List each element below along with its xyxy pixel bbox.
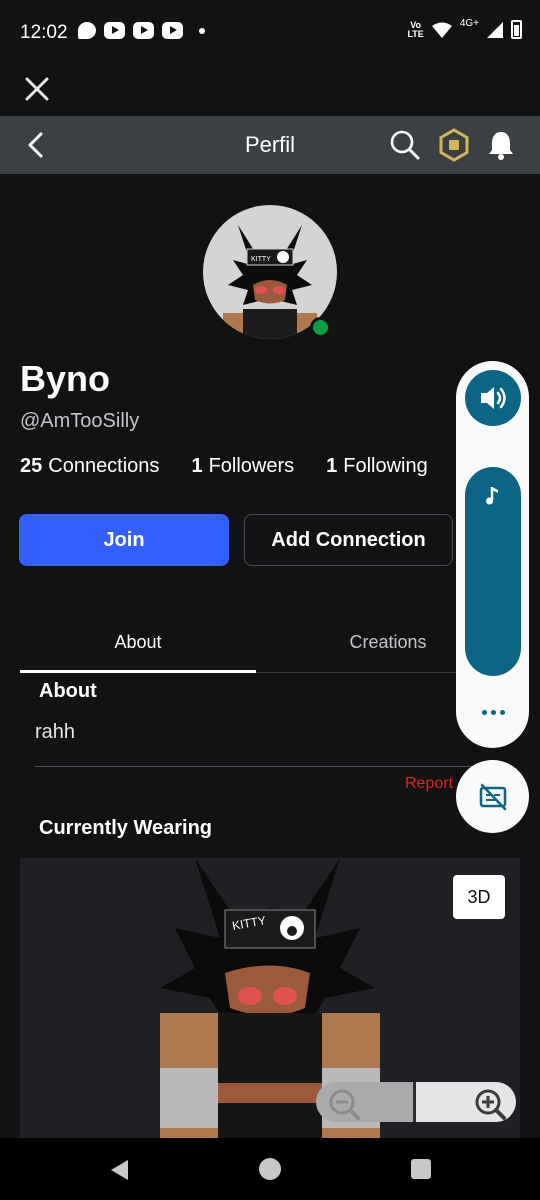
chat-notification-icon (78, 22, 96, 39)
zoom-in-icon (475, 1089, 506, 1120)
zoom-out-icon (329, 1089, 360, 1120)
system-icons: Vo LTE 4G+ (407, 18, 522, 39)
zoom-in-button[interactable] (416, 1082, 516, 1122)
join-button[interactable]: Join (19, 514, 229, 566)
volte-icon: Vo LTE (407, 19, 424, 39)
system-nav-bar (0, 1138, 540, 1200)
profile-header: Perfil (0, 116, 540, 174)
view-3d-button[interactable]: 3D (453, 875, 505, 919)
notification-icons (78, 22, 205, 39)
stat-connections[interactable]: 25 Connections (20, 455, 159, 478)
captions-off-icon (479, 783, 506, 810)
stat-followers[interactable]: 1 Followers (191, 455, 294, 478)
stat-count: 25 (20, 455, 43, 477)
report-link[interactable]: Report (405, 775, 453, 793)
stat-count: 1 (326, 455, 338, 477)
divider (35, 766, 505, 767)
volume-icon (481, 387, 506, 409)
nav-home-icon[interactable] (259, 1158, 281, 1180)
dot (490, 709, 496, 715)
display-name: Byno (20, 358, 110, 399)
robux-icon[interactable] (437, 128, 471, 162)
profile-stats: 25 Connections 1 Followers 1 Following (20, 455, 428, 478)
zoom-controls (316, 1082, 516, 1122)
svg-text:KITTY: KITTY (251, 256, 271, 263)
youtube-notification-icon (162, 22, 183, 39)
music-note-icon (486, 487, 498, 505)
volume-button[interactable] (465, 370, 521, 426)
active-tab-indicator (20, 670, 256, 673)
username: @AmTooSilly (20, 410, 140, 432)
bell-icon[interactable] (484, 128, 518, 162)
close-icon[interactable] (20, 72, 54, 106)
network-type: 4G+ (459, 18, 479, 29)
status-bar: 12:02 Vo LTE 4G+ (0, 0, 540, 64)
wifi-icon (431, 22, 452, 38)
battery-icon (511, 20, 522, 39)
stat-count: 1 (191, 455, 203, 477)
status-time: 12:02 (20, 22, 68, 43)
more-dots-icon[interactable] (470, 698, 516, 726)
nav-back-icon[interactable] (108, 1158, 132, 1182)
add-connection-button[interactable]: Add Connection (244, 514, 453, 566)
signal-icon (487, 21, 503, 38)
dot (499, 709, 505, 715)
zoom-out-button[interactable] (316, 1082, 413, 1122)
youtube-notification-icon (133, 22, 154, 39)
online-status-indicator (310, 317, 331, 338)
more-notifications-icon (199, 27, 205, 34)
dot (481, 709, 487, 715)
about-heading: About (39, 680, 97, 702)
close-row (0, 64, 540, 116)
captions-button[interactable] (456, 760, 529, 833)
stat-following[interactable]: 1 Following (326, 455, 428, 478)
stat-label: Connections (48, 455, 160, 477)
tab-about[interactable]: About (20, 612, 256, 672)
nav-recent-icon[interactable] (411, 1159, 431, 1179)
currently-wearing-heading: Currently Wearing (39, 817, 212, 839)
stat-label: Following (343, 455, 428, 477)
search-icon[interactable] (388, 128, 422, 162)
youtube-notification-icon (104, 22, 125, 39)
stat-label: Followers (208, 455, 295, 477)
about-text: rahh (35, 721, 76, 743)
